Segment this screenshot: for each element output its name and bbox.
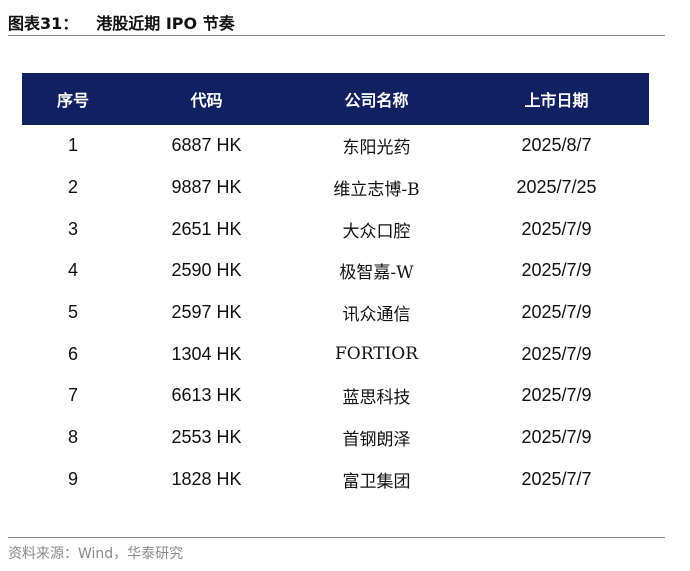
source-note: 资料来源：Wind，华泰研究 <box>8 546 184 562</box>
table-row: 1 6887 HK 东阳光药 2025/8/7 <box>22 125 649 167</box>
table-row: 2 9887 HK 维立志博-B 2025/7/25 <box>22 167 649 209</box>
table-row: 7 6613 HK 蓝思科技 2025/7/9 <box>22 375 649 417</box>
cell-seq: 2 <box>67 177 78 198</box>
cell-name: 首钢朗泽 <box>342 430 411 451</box>
cell-name: 大众口腔 <box>342 221 411 242</box>
cell-date: 2025/7/9 <box>521 302 592 323</box>
table-header: 序号 代码 公司名称 上市日期 <box>22 73 649 125</box>
table-row: 9 1828 HK 富卫集团 2025/7/7 <box>22 459 649 501</box>
cell-name: 维立志博-B <box>333 180 420 201</box>
cell-date: 2025/7/9 <box>521 427 592 448</box>
cell-seq: 8 <box>67 427 78 448</box>
cell-code: 2597 HK <box>171 302 242 323</box>
cell-code: 9887 HK <box>171 177 242 198</box>
figure-title: 图表31： 港股近期 IPO 节奏 <box>8 10 235 34</box>
cell-code: 2553 HK <box>171 427 242 448</box>
top-divider <box>8 35 665 36</box>
cell-name: 讯众通信 <box>342 305 411 326</box>
cell-code: 2651 HK <box>171 218 242 239</box>
header-company-name: 公司名称 <box>344 91 409 110</box>
cell-code: 1304 HK <box>171 343 242 364</box>
bottom-divider <box>8 537 665 538</box>
cell-code: 1828 HK <box>171 468 242 489</box>
table-row: 6 1304 HK FORTIOR 2025/7/9 <box>22 333 649 375</box>
header-listing-date: 上市日期 <box>524 91 589 110</box>
cell-name: 蓝思科技 <box>342 388 411 409</box>
cell-name: 极智嘉-W <box>339 263 414 284</box>
cell-name: 富卫集团 <box>342 471 411 492</box>
cell-seq: 3 <box>67 218 78 239</box>
table-row: 4 2590 HK 极智嘉-W 2025/7/9 <box>22 250 649 292</box>
figure-label: 图表31： <box>8 14 79 33</box>
ipo-table: 序号 代码 公司名称 上市日期 1 6887 HK 东阳光药 2025/8/7 … <box>22 73 649 500</box>
cell-date: 2025/7/9 <box>521 343 592 364</box>
table-row: 5 2597 HK 讯众通信 2025/7/9 <box>22 292 649 334</box>
cell-code: 2590 HK <box>171 260 242 281</box>
cell-seq: 4 <box>67 260 78 281</box>
cell-seq: 9 <box>67 468 78 489</box>
figure-title-text: 港股近期 IPO 节奏 <box>96 14 235 33</box>
cell-date: 2025/7/7 <box>521 468 592 489</box>
cell-seq: 5 <box>67 302 78 323</box>
cell-date: 2025/7/25 <box>516 177 597 198</box>
cell-seq: 6 <box>67 343 78 364</box>
cell-name: FORTIOR <box>334 344 419 365</box>
header-row: 序号 代码 公司名称 上市日期 <box>22 73 649 125</box>
cell-code: 6887 HK <box>171 135 242 156</box>
cell-date: 2025/7/9 <box>521 385 592 406</box>
cell-seq: 7 <box>67 385 78 406</box>
cell-date: 2025/7/9 <box>521 260 592 281</box>
cell-date: 2025/7/9 <box>521 218 592 239</box>
cell-date: 2025/8/7 <box>521 135 592 156</box>
cell-code: 6613 HK <box>171 385 242 406</box>
header-seq: 序号 <box>56 91 89 110</box>
table-row: 8 2553 HK 首钢朗泽 2025/7/9 <box>22 417 649 459</box>
table-row: 3 2651 HK 大众口腔 2025/7/9 <box>22 208 649 250</box>
table-body: 1 6887 HK 东阳光药 2025/8/7 2 9887 HK 维立志博-B… <box>22 125 649 500</box>
header-code: 代码 <box>190 91 223 110</box>
cell-seq: 1 <box>67 135 78 156</box>
cell-name: 东阳光药 <box>342 138 411 159</box>
